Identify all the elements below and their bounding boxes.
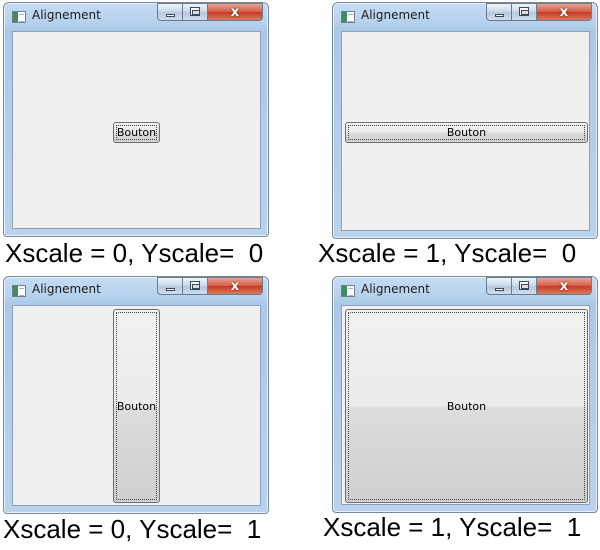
close-icon: x [559,5,569,20]
client-area: Bouton [12,31,261,229]
minimize-icon [166,288,175,291]
window-xscale1-yscale0: Alignement x Bouton [332,2,598,239]
minimize-icon [166,14,175,17]
app-icon[interactable] [12,285,26,297]
maximize-icon [190,281,200,290]
app-icon[interactable] [12,11,26,23]
maximize-button[interactable] [183,3,208,21]
minimize-icon [495,288,504,291]
close-icon: x [559,279,569,294]
minimize-button[interactable] [157,277,183,295]
scale-caption: Xscale = 0, Yscale= 1 [3,514,262,544]
maximize-icon [190,7,200,16]
window-xscale0-yscale0: Alignement x Bouton [3,2,269,237]
app-icon[interactable] [341,285,355,297]
close-button[interactable]: x [208,277,263,295]
close-button[interactable]: x [537,3,592,21]
caption-buttons: x [157,3,263,23]
client-area: Bouton [12,305,261,506]
maximize-icon [519,281,529,290]
window-title: Alignement [361,8,430,22]
maximize-icon [519,7,529,16]
title-bar[interactable]: Alignement x [4,3,268,31]
caption-buttons: x [486,3,592,23]
scale-caption: Xscale = 1, Yscale= 0 [318,238,577,268]
close-icon: x [230,279,240,294]
maximize-button[interactable] [183,277,208,295]
maximize-button[interactable] [512,277,537,295]
caption-buttons: x [157,277,263,297]
minimize-button[interactable] [486,277,512,295]
caption-buttons: x [486,277,592,297]
maximize-button[interactable] [512,3,537,21]
window-xscale0-yscale1: Alignement x Bouton [3,276,269,514]
window-title: Alignement [32,282,101,296]
scale-caption: Xscale = 1, Yscale= 1 [323,512,582,542]
bouton-button[interactable]: Bouton [345,309,588,503]
title-bar[interactable]: Alignement x [333,3,597,31]
minimize-icon [495,14,504,17]
window-title: Alignement [361,282,430,296]
client-area: Bouton [341,31,590,231]
bouton-button[interactable]: Bouton [345,122,588,143]
close-button[interactable]: x [208,3,263,21]
bouton-button[interactable]: Bouton [113,309,160,503]
window-xscale1-yscale1: Alignement x Bouton [332,276,598,513]
close-button[interactable]: x [537,277,592,295]
title-bar[interactable]: Alignement x [4,277,268,305]
close-icon: x [230,5,240,20]
minimize-button[interactable] [486,3,512,21]
app-icon[interactable] [341,11,355,23]
title-bar[interactable]: Alignement x [333,277,597,305]
client-area: Bouton [341,305,590,505]
window-title: Alignement [32,8,101,22]
minimize-button[interactable] [157,3,183,21]
scale-caption: Xscale = 0, Yscale= 0 [5,238,264,268]
bouton-button[interactable]: Bouton [113,122,160,143]
